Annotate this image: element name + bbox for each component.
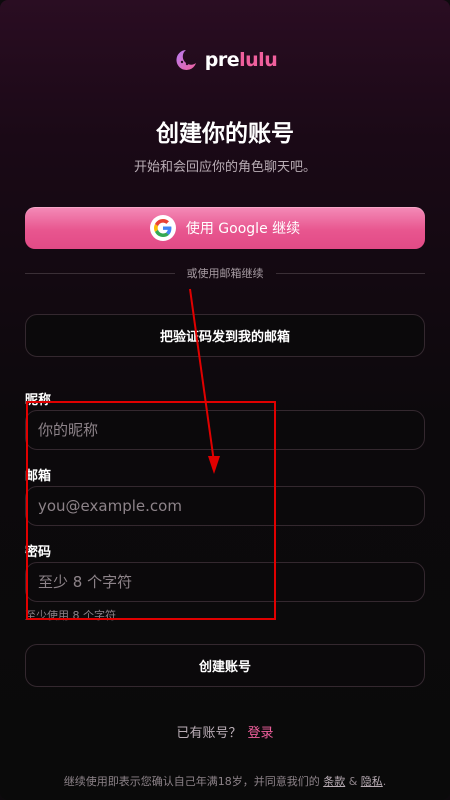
nickname-input[interactable] [25, 410, 425, 450]
google-signin-button[interactable]: 使用 Google 继续 [25, 207, 425, 249]
moon-logo-icon [173, 48, 199, 72]
password-label: 密码 [25, 545, 52, 560]
send-code-button[interactable]: 把验证码发到我的邮箱 [25, 314, 425, 357]
brand-name: prelulu [204, 49, 278, 71]
google-signin-label: 使用 Google 继续 [185, 221, 301, 237]
signup-screen: prelulu 创建你的账号 开始和会回应你的角色聊天吧。 使用 Google … [0, 0, 450, 800]
email-label: 邮箱 [25, 469, 52, 484]
page-title: 创建你的账号 [156, 121, 294, 147]
divider-text: 或使用邮箱继续 [186, 267, 264, 280]
signin-row: 已有账号？ 登录 [0, 722, 450, 741]
divider-line-left [25, 272, 175, 274]
brand-name-main: pre [204, 49, 240, 71]
create-account-button[interactable]: 创建账号 [25, 644, 425, 687]
privacy-link[interactable]: 隐私 [361, 775, 383, 788]
terms-link[interactable]: 条款 [323, 775, 345, 788]
footer-ampersand: & [348, 775, 358, 788]
signin-prompt: 已有账号？ [176, 726, 242, 741]
signin-link[interactable]: 登录 [248, 726, 274, 741]
divider-line-right [275, 272, 425, 274]
brand-name-accent: lulu [239, 49, 278, 71]
legal-footer: 继续使用即表示您确认自己年满18岁，并同意我们的 条款 & 隐私. [0, 773, 450, 789]
nickname-label: 昵称 [25, 393, 52, 408]
brand-logo: prelulu [0, 48, 450, 72]
or-divider: 或使用邮箱继续 [25, 264, 425, 282]
footer-suffix: . [382, 775, 387, 788]
password-hint: 至少使用 8 个字符 [25, 609, 116, 622]
footer-prefix: 继续使用即表示您确认自己年满18岁，并同意我们的 [63, 775, 320, 788]
password-input[interactable] [25, 562, 425, 602]
page-subtitle: 开始和会回应你的角色聊天吧。 [133, 160, 316, 175]
google-icon [149, 215, 176, 241]
email-input[interactable] [25, 486, 425, 526]
